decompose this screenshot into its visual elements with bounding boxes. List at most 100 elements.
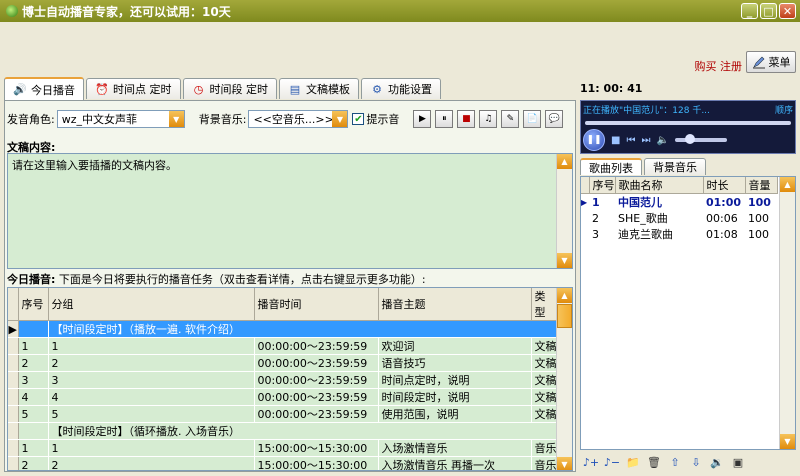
today-panel: 发音角色: wz_中文女声菲 ▼ 背景音乐: <<空音乐...>> ▼ ✔ 提示…: [4, 100, 576, 472]
menu-button-label: 菜单: [768, 56, 791, 69]
grid-header-type[interactable]: 类型: [531, 288, 557, 321]
volume-down-icon[interactable]: 🔉: [708, 453, 726, 471]
scroll-down-icon[interactable]: ▼: [780, 434, 795, 449]
grid-header-group[interactable]: 分组: [48, 288, 255, 321]
today-header: 今日播音: 下面是今日将要执行的播音任务（双击查看详情，点击右键显示更多功能）:: [7, 271, 426, 287]
next-icon[interactable]: ⏭: [641, 135, 650, 146]
buy-register-link[interactable]: 购买 注册: [695, 58, 743, 74]
tab-background-music[interactable]: 背景音乐: [644, 158, 706, 175]
tab-today[interactable]: 🔊 今日播音: [4, 77, 84, 100]
volume-slider[interactable]: [674, 134, 727, 144]
add-folder-icon[interactable]: 📁: [624, 453, 642, 471]
music-note-icon[interactable]: ♫: [479, 110, 498, 128]
song-indicator: [581, 226, 589, 242]
add-song-icon[interactable]: ♪+: [582, 453, 600, 471]
scroll-up-icon[interactable]: ▲: [780, 177, 795, 192]
grid-scrollbar[interactable]: ▲ ▼: [556, 288, 572, 470]
stop-icon[interactable]: ■: [611, 135, 620, 146]
chevron-down-icon: ▼: [332, 111, 348, 127]
song-cell-no: 3: [592, 227, 599, 241]
tab-song-list[interactable]: 歌曲列表: [580, 158, 642, 175]
tab-settings[interactable]: ⚙ 功能设置: [361, 78, 441, 99]
scroll-down-icon[interactable]: ▼: [557, 253, 572, 268]
voice-select[interactable]: wz_中文女声菲 ▼: [56, 110, 185, 128]
song-header-volume[interactable]: 音量: [745, 177, 778, 194]
scroll-up-icon[interactable]: ▲: [557, 288, 572, 303]
song-cell-dur: 01:08: [706, 227, 738, 241]
table-row[interactable]: 5 5 00:00:00～23:59:59 使用范围，说明 文稿: [8, 405, 557, 423]
pause-circle-button[interactable]: ❚❚: [583, 129, 605, 151]
bgm-select[interactable]: <<空音乐...>> ▼: [248, 110, 349, 128]
edit-icon[interactable]: ✎: [501, 110, 520, 128]
move-up-icon[interactable]: ⇧: [666, 453, 684, 471]
maximize-button[interactable]: □: [760, 3, 777, 19]
scroll-thumb[interactable]: [557, 304, 572, 328]
table-row[interactable]: 1 1 15:00:00～15:30:00 入场激情音乐 音乐: [8, 439, 557, 457]
tab-time-point[interactable]: ⏰ 时间点 定时: [86, 78, 181, 99]
song-row[interactable]: 3 迪克兰歌曲 01:08 100: [581, 226, 777, 242]
window-title: 博士自动播音专家，还可以试用：10天: [22, 4, 231, 19]
tab-templates[interactable]: ▤ 文稿模板: [279, 78, 359, 99]
move-down-icon[interactable]: ⇩: [687, 453, 705, 471]
textarea-scrollbar[interactable]: ▲ ▼: [556, 154, 572, 268]
new-document-icon[interactable]: 📄: [523, 110, 542, 128]
top-bar: 购买 注册 菜单: [0, 22, 800, 77]
song-header-row: 序号 歌曲名称 时长 音量: [581, 177, 778, 194]
song-header-duration[interactable]: 时长: [703, 177, 746, 194]
cell-type: 文稿: [531, 405, 557, 423]
song-cell-vol: 100: [748, 195, 771, 209]
grid-header-topic[interactable]: 播音主题: [378, 288, 532, 321]
song-cell-name: SHE_歌曲: [618, 212, 668, 225]
song-row[interactable]: 2 SHE_歌曲 00:06 100: [581, 210, 777, 226]
grid-header-time[interactable]: 播音时间: [254, 288, 379, 321]
cell-topic: 使用范围，说明: [378, 405, 532, 423]
message-icon[interactable]: 💬: [545, 110, 564, 128]
song-header-name[interactable]: 歌曲名称: [615, 177, 704, 194]
cell-time: 00:00:00～23:59:59: [254, 337, 379, 355]
song-header-no[interactable]: 序号: [589, 177, 616, 194]
tab-time-range[interactable]: ◷ 时间段 定时: [182, 78, 277, 99]
menu-button[interactable]: 菜单: [746, 51, 796, 73]
play-order-button[interactable]: 顺序: [775, 103, 793, 115]
minimize-button[interactable]: _: [741, 3, 758, 19]
close-button[interactable]: ✕: [779, 3, 796, 19]
group-row[interactable]: ▶ 【时间段定时】（播放一遍. 软件介绍）: [8, 320, 557, 338]
cell-time: 00:00:00～23:59:59: [254, 388, 379, 406]
screen-icon[interactable]: ▣: [729, 453, 747, 471]
pause-button[interactable]: ⏸: [435, 110, 454, 128]
tip-checkbox[interactable]: ✔: [352, 113, 365, 125]
pen-icon: [752, 56, 765, 69]
progress-bar[interactable]: [585, 121, 791, 125]
play-button[interactable]: ▶: [413, 110, 432, 128]
song-row[interactable]: ▶ 1 中国范儿 01:00 100: [581, 194, 777, 211]
voice-select-value: wz_中文女声菲: [61, 113, 137, 126]
today-description: 下面是今日将要执行的播音任务（双击查看详情，点击右键显示更多功能）:: [58, 273, 426, 286]
alarm-clock-icon: ⏰: [95, 82, 109, 96]
today-grid: 序号 分组 播音时间 播音主题 类型 ▶ 【时间段定时】（播放一遍. 软件介绍） 1…: [7, 287, 573, 471]
chevron-down-icon: ▼: [168, 111, 184, 127]
scroll-down-icon[interactable]: ▼: [557, 457, 572, 470]
options-row: 发音角色: wz_中文女声菲 ▼ 背景音乐: <<空音乐...>> ▼ ✔ 提示…: [7, 109, 573, 129]
grid-header-no[interactable]: 序号: [18, 288, 49, 321]
delete-icon[interactable]: 🗑: [645, 453, 663, 471]
table-row[interactable]: 2 2 15:00:00～15:30:00 入场激情音乐 再播一次 音乐: [8, 456, 557, 470]
volume-knob[interactable]: [684, 134, 695, 144]
volume-icon[interactable]: 🔈: [656, 135, 668, 146]
script-textarea-content: 请在这里输入要插播的文稿内容。: [12, 159, 177, 172]
cell-no: 1: [18, 439, 49, 457]
song-list-scrollbar[interactable]: ▲ ▼: [779, 177, 795, 449]
now-playing-ticker: 正在播放"中国范儿"：128 千... 顺序: [583, 103, 793, 115]
scroll-up-icon[interactable]: ▲: [557, 154, 572, 169]
cell-no: 5: [18, 405, 49, 423]
table-row[interactable]: 2 2 00:00:00～23:59:59 语音技巧 文稿: [8, 354, 557, 372]
tab-settings-label: 功能设置: [388, 83, 432, 96]
stop-button[interactable]: ■: [457, 110, 476, 128]
table-row[interactable]: 3 3 00:00:00～23:59:59 时间点定时，说明 文稿: [8, 371, 557, 389]
group-row[interactable]: 【时间段定时】（循环播放. 入场音乐）: [8, 422, 557, 440]
previous-icon[interactable]: ⏮: [626, 135, 635, 146]
table-row[interactable]: 4 4 00:00:00～23:59:59 时间段定时，说明 文稿: [8, 388, 557, 406]
table-row[interactable]: 1 1 00:00:00～23:59:59 欢迎词 文稿: [8, 337, 557, 355]
grid-indicator-header: [8, 288, 19, 321]
remove-song-icon[interactable]: ♪−: [603, 453, 621, 471]
script-textarea[interactable]: 请在这里输入要插播的文稿内容。 ▲ ▼: [7, 153, 573, 269]
